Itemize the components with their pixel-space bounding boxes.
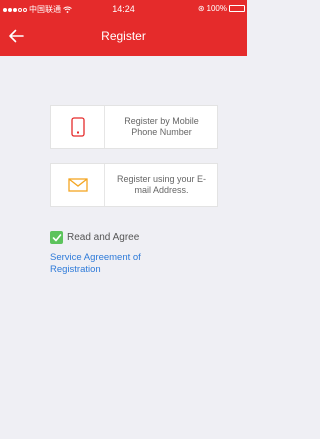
agree-row: Read and Agree <box>50 231 139 244</box>
status-bar: 中国联通 14:24 ⊛ 100% <box>0 0 247 20</box>
agree-checkbox[interactable] <box>50 231 63 244</box>
header-bar: 中国联通 14:24 ⊛ 100% Register <box>0 0 247 56</box>
register-by-phone-label: Register by Mobile Phone Number <box>124 116 199 137</box>
service-agreement-link[interactable]: Service Agreement of Registration <box>50 252 190 276</box>
checkmark-icon <box>52 233 61 241</box>
mobile-phone-icon <box>70 117 85 137</box>
battery-icon <box>229 5 245 12</box>
email-icon-box <box>51 164 105 206</box>
page-title: Register <box>101 29 146 43</box>
register-by-email-label: Register using your E-mail Address. <box>116 174 207 195</box>
battery-area: ⊛ 100% <box>198 4 245 13</box>
register-by-email-button[interactable]: Register using your E-mail Address. <box>50 163 218 207</box>
agree-label: Read and Agree <box>67 232 140 243</box>
battery-percent: 100% <box>206 4 227 13</box>
envelope-icon <box>67 178 88 192</box>
register-by-phone-button[interactable]: Register by Mobile Phone Number <box>50 105 218 149</box>
phone-icon-box <box>51 106 105 148</box>
orientation-lock-icon: ⊛ <box>197 4 205 13</box>
